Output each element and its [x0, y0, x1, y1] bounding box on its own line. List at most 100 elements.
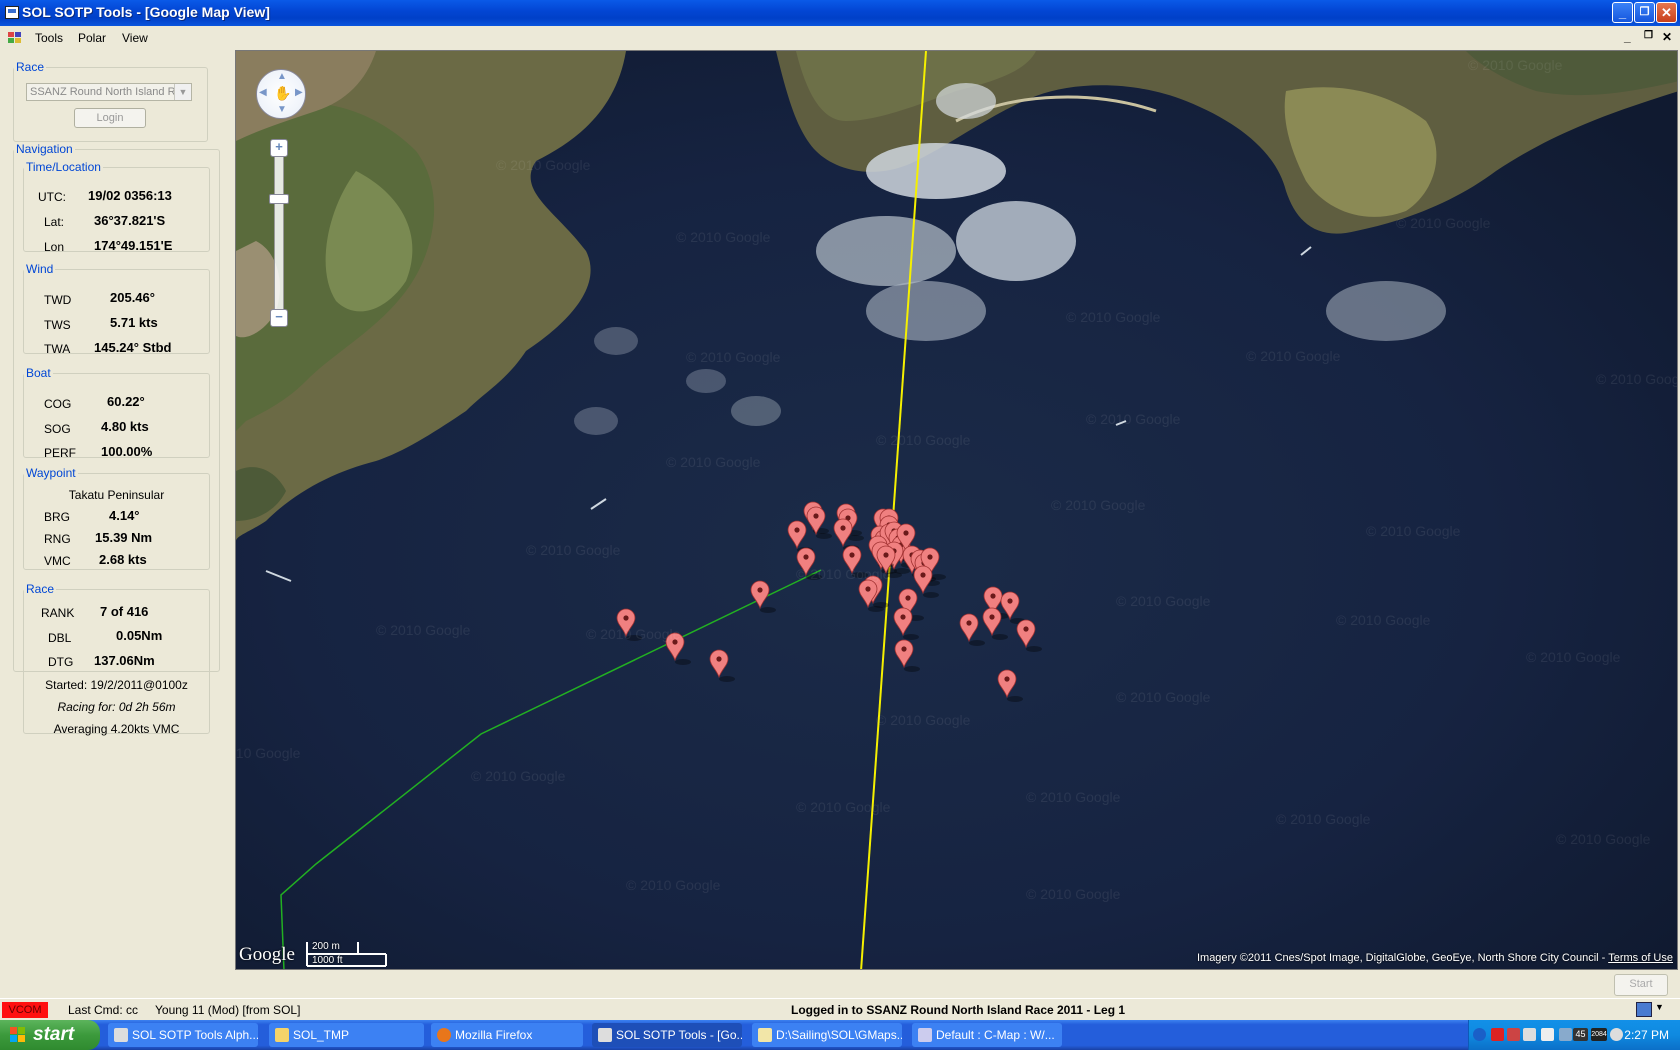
- menu-polar[interactable]: Polar: [78, 31, 106, 45]
- google-logo[interactable]: Google: [239, 944, 295, 966]
- dtg-label: DTG: [48, 655, 74, 669]
- tray-app-icon[interactable]: [1507, 1028, 1520, 1041]
- attribution-text: Imagery ©2011 Cnes/Spot Image, DigitalGl…: [1196, 952, 1609, 964]
- hand-icon[interactable]: ✋: [274, 85, 291, 102]
- tray-badge[interactable]: 45: [1573, 1028, 1588, 1041]
- vmc-label: VMC: [44, 554, 71, 568]
- user-text: Young 11 (Mod) [from SOL]: [155, 1003, 301, 1017]
- scale-metric: 200 m: [312, 941, 340, 952]
- minimize-button[interactable]: _: [1612, 2, 1633, 23]
- watermark: © 2010 Google: [1366, 523, 1461, 539]
- task-firefox[interactable]: Mozilla Firefox: [431, 1023, 583, 1047]
- zoom-out-button[interactable]: −: [270, 309, 288, 327]
- twd-value: 205.46°: [110, 290, 155, 305]
- brg-value: 4.14°: [109, 508, 140, 523]
- lon-value: 174°49.151'E: [94, 238, 173, 253]
- pan-control[interactable]: ▲ ◀ ▶ ▼ ✋: [256, 69, 306, 119]
- menu-tools[interactable]: Tools: [35, 31, 63, 45]
- tray-badge[interactable]: 2084: [1591, 1028, 1607, 1041]
- system-tray: 45 2084 2:27 PM: [1468, 1020, 1680, 1050]
- task-label: SOL_TMP: [293, 1028, 350, 1042]
- task-sol-tmp[interactable]: SOL_TMP: [269, 1023, 424, 1047]
- watermark: © 2010 Google: [1066, 309, 1161, 325]
- satellite-imagery: [236, 51, 1677, 969]
- time-location-group: Time/Location UTC: 19/02 0356:13 Lat: 36…: [23, 160, 210, 254]
- google-map-view[interactable]: © 2010 Google © 2010 Google © 2010 Googl…: [235, 50, 1678, 970]
- chevron-down-icon[interactable]: ▼: [1655, 1002, 1664, 1012]
- task-label: Default : C-Map : W/...: [936, 1028, 1055, 1042]
- watermark: © 2010 Google: [526, 542, 621, 558]
- left-panel: Race SSANZ Round North Island R ▼ Login …: [0, 50, 234, 998]
- watermark: © 2010 Google: [235, 745, 301, 761]
- task-sol-sotp-map[interactable]: SOL SOTP Tools - [Go...: [592, 1023, 742, 1047]
- start-menu-button[interactable]: start: [0, 1020, 100, 1050]
- twa-label: TWA: [44, 342, 71, 356]
- race-select-legend: Race: [16, 60, 45, 74]
- pan-left-icon[interactable]: ◀: [259, 87, 267, 98]
- windows-flag-icon: [10, 1027, 26, 1043]
- pan-down-icon[interactable]: ▼: [277, 104, 287, 115]
- waypoint-group: Waypoint Takatu Peninsular BRG 4.14° RNG…: [23, 466, 210, 570]
- start-button[interactable]: Start: [1614, 974, 1668, 996]
- login-button[interactable]: Login: [74, 108, 146, 128]
- task-sol-sotp-alpha[interactable]: SOL SOTP Tools Alph...: [108, 1023, 258, 1047]
- vcom-indicator: VCOM: [2, 1002, 48, 1018]
- watermark: © 2010 Google: [1396, 215, 1491, 231]
- utc-label: UTC:: [38, 190, 66, 204]
- close-button[interactable]: ✕: [1656, 2, 1677, 23]
- picture-icon[interactable]: [1636, 1002, 1652, 1017]
- window-title: SOL SOTP Tools - [Google Map View]: [22, 4, 270, 20]
- cog-label: COG: [44, 397, 72, 411]
- boat-legend: Boat: [26, 366, 51, 380]
- chevron-down-icon[interactable]: ▼: [174, 84, 191, 100]
- pan-right-icon[interactable]: ▶: [295, 87, 303, 98]
- twa-value: 145.24° Stbd: [94, 340, 172, 355]
- rank-value: 7 of 416: [100, 604, 149, 619]
- zoom-slider-thumb[interactable]: [269, 194, 289, 204]
- mdi-minimize-button[interactable]: _: [1624, 30, 1631, 44]
- watermark: © 2010 Google: [586, 626, 681, 642]
- task-gmaps-folder[interactable]: D:\Sailing\SOL\GMaps...: [752, 1023, 902, 1047]
- pan-up-icon[interactable]: ▲: [277, 71, 287, 82]
- terms-of-use-link[interactable]: Terms of Use: [1608, 952, 1673, 964]
- zoom-in-button[interactable]: +: [270, 139, 288, 157]
- clock: 2:27 PM: [1624, 1028, 1669, 1042]
- restore-button[interactable]: ❐: [1634, 2, 1655, 23]
- task-label: Mozilla Firefox: [455, 1028, 533, 1042]
- task-cmap[interactable]: Default : C-Map : W/...: [912, 1023, 1062, 1047]
- tws-label: TWS: [44, 318, 71, 332]
- watermark: © 2010 Google: [1276, 811, 1371, 827]
- lon-label: Lon: [44, 240, 65, 254]
- rng-value: 15.39 Nm: [95, 530, 153, 545]
- race-combo[interactable]: SSANZ Round North Island R ▼: [26, 83, 192, 101]
- mdi-restore-button[interactable]: ❐: [1644, 30, 1653, 41]
- login-status-text: Logged in to SSANZ Round North Island Ra…: [791, 1003, 1126, 1017]
- watermark: © 2010 Google: [796, 799, 891, 815]
- watermark: © 2010 Google: [1596, 371, 1677, 387]
- tray-app-icon[interactable]: [1559, 1028, 1572, 1041]
- menu-view[interactable]: View: [122, 31, 148, 45]
- tray-volume-icon[interactable]: [1610, 1028, 1623, 1041]
- mdi-child-icon[interactable]: [8, 32, 22, 44]
- app-window-icon: [598, 1028, 612, 1042]
- tray-network-icon[interactable]: [1523, 1028, 1536, 1041]
- averaging-text: Averaging 4.20kts VMC: [53, 722, 180, 736]
- tray-shield-icon[interactable]: [1541, 1028, 1554, 1041]
- app-icon[interactable]: [5, 6, 19, 19]
- zoom-slider-track[interactable]: [274, 147, 284, 319]
- dtg-value: 137.06Nm: [94, 653, 155, 668]
- tray-expand-icon[interactable]: [1473, 1028, 1486, 1041]
- watermark: © 2010 Google: [1026, 789, 1121, 805]
- watermark: © 2010 Google: [1086, 411, 1181, 427]
- rng-label: RNG: [44, 532, 71, 546]
- watermark: © 2010 Google: [676, 229, 771, 245]
- race-combo-value: SSANZ Round North Island R: [30, 86, 176, 98]
- watermark: © 2010 Google: [1468, 57, 1563, 73]
- watermark: © 2010 Google: [1246, 348, 1341, 364]
- watermark: © 2010 Google: [1116, 689, 1211, 705]
- mdi-close-button[interactable]: ✕: [1662, 30, 1672, 44]
- task-label: D:\Sailing\SOL\GMaps...: [776, 1028, 902, 1042]
- dbl-label: DBL: [48, 631, 72, 645]
- watermark: © 2010 Google: [796, 566, 891, 582]
- tray-app-icon[interactable]: [1491, 1028, 1504, 1041]
